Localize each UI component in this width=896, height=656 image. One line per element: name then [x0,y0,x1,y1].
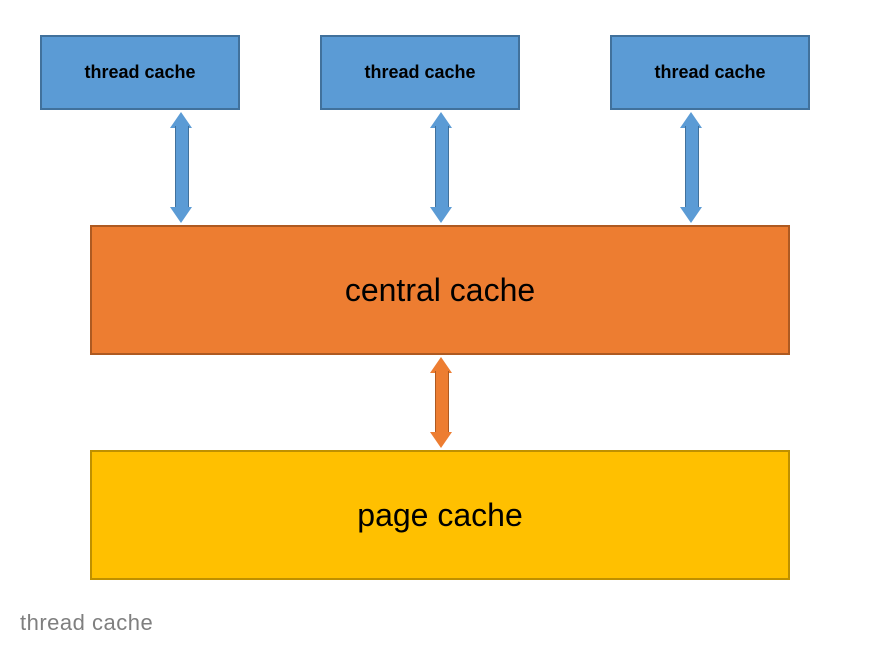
thread-cache-box-1: thread cache [40,35,240,110]
page-cache-label: page cache [357,497,522,534]
arrow-thread1-central [170,112,192,223]
page-cache-box: page cache [90,450,790,580]
thread-cache-label-2: thread cache [364,62,475,83]
arrow-thread2-central [430,112,452,223]
thread-cache-box-2: thread cache [320,35,520,110]
arrow-central-page [430,357,452,448]
thread-cache-label-3: thread cache [654,62,765,83]
thread-cache-box-3: thread cache [610,35,810,110]
arrow-thread3-central [680,112,702,223]
thread-cache-label-1: thread cache [84,62,195,83]
central-cache-label: central cache [345,272,535,309]
diagram-caption: thread cache [20,610,153,636]
central-cache-box: central cache [90,225,790,355]
